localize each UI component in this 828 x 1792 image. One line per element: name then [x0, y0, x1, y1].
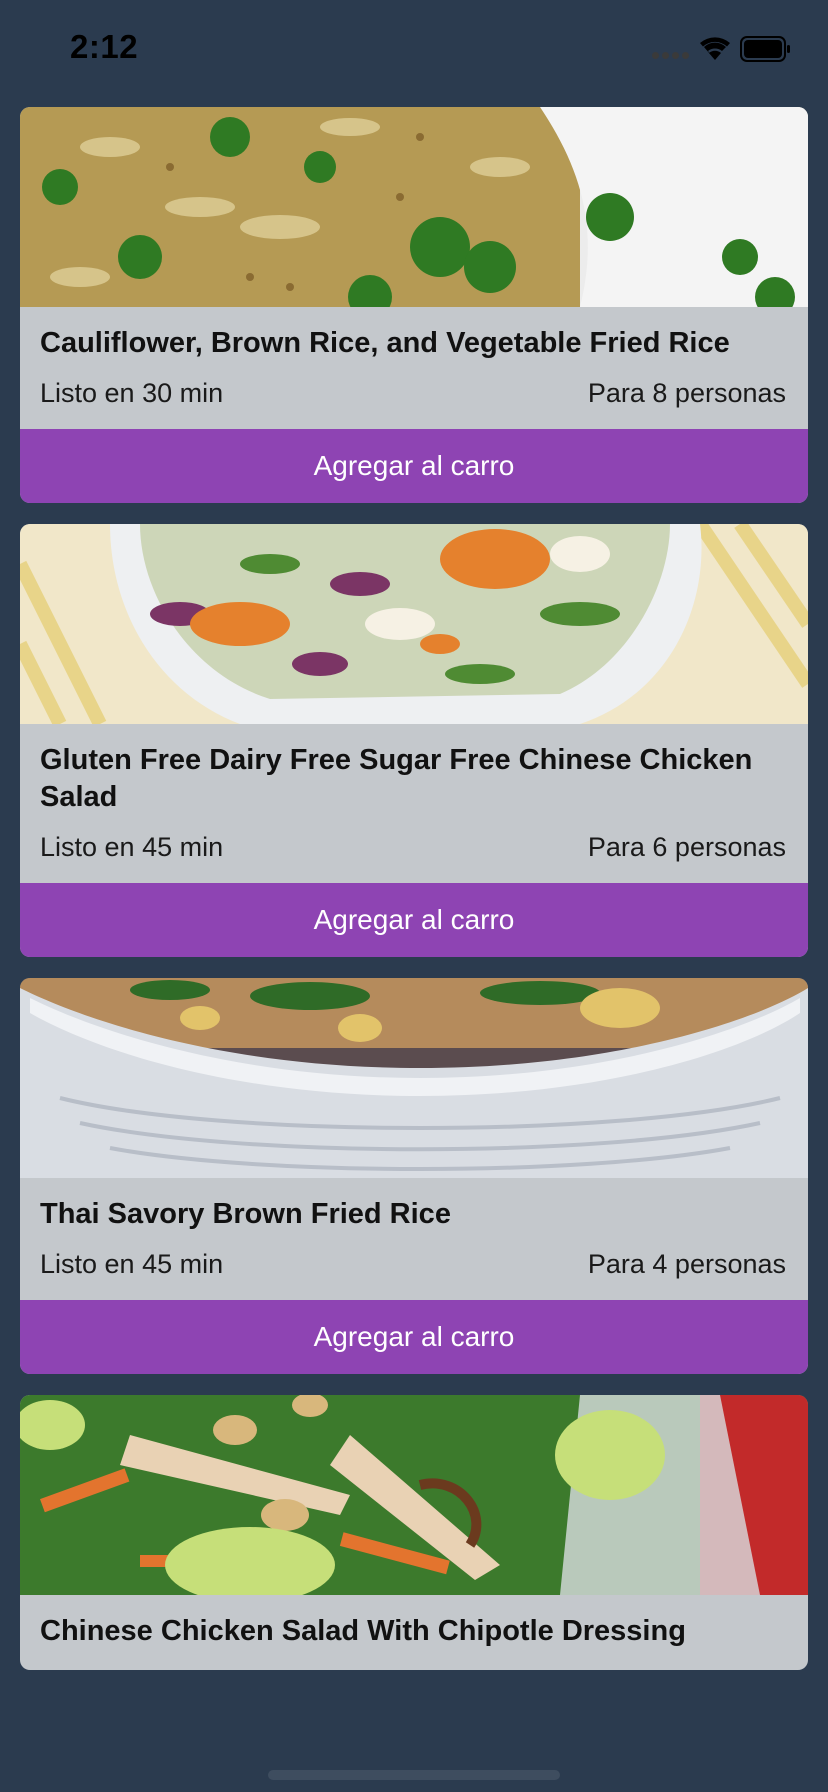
recipe-title: Chinese Chicken Salad With Chipotle Dres…	[40, 1615, 686, 1647]
cellular-signal-icon	[652, 52, 689, 59]
ready-time: Listo en 45 min	[40, 832, 224, 862]
add-to-cart-button[interactable]: Agregar al carro	[20, 883, 808, 957]
ready-time: Listo en 30 min	[40, 378, 224, 408]
recipe-card[interactable]: Chinese Chicken Salad With Chipotle Dres…	[20, 1395, 808, 1670]
recipe-meta: Listo en 45 min Para 4 personas	[40, 1249, 786, 1280]
recipe-card[interactable]: Thai Savory Brown Fried Rice Listo en 45…	[20, 978, 808, 1374]
recipe-image	[20, 524, 808, 724]
recipe-card[interactable]: Cauliflower, Brown Rice, and Vegetable F…	[20, 107, 808, 503]
wifi-icon	[700, 37, 730, 60]
recipe-image	[20, 978, 808, 1178]
servings: Para 6 personas	[587, 832, 786, 862]
home-indicator[interactable]	[268, 1770, 560, 1780]
recipe-title: Thai Savory Brown Fried Rice	[40, 1198, 451, 1230]
recipe-image	[20, 107, 808, 307]
recipe-list: Cauliflower, Brown Rice, and Vegetable F…	[20, 107, 808, 1691]
servings: Para 8 personas	[587, 378, 786, 408]
add-to-cart-button[interactable]: Agregar al carro	[20, 429, 808, 503]
recipe-meta: Listo en 45 min Para 6 personas	[40, 832, 786, 863]
recipe-card-body: Chinese Chicken Salad With Chipotle Dres…	[20, 1595, 808, 1670]
add-to-cart-button[interactable]: Agregar al carro	[20, 1300, 808, 1374]
ready-time: Listo en 45 min	[40, 1249, 224, 1279]
recipe-meta: Listo en 30 min Para 8 personas	[40, 378, 786, 409]
recipe-title: Gluten Free Dairy Free Sugar Free Chines…	[40, 744, 753, 813]
status-time: 2:12	[70, 28, 139, 65]
battery-icon	[740, 36, 790, 62]
recipe-card-body: Gluten Free Dairy Free Sugar Free Chines…	[20, 724, 808, 883]
recipe-card[interactable]: Gluten Free Dairy Free Sugar Free Chines…	[20, 524, 808, 957]
recipe-card-body: Thai Savory Brown Fried Rice Listo en 45…	[20, 1178, 808, 1300]
recipe-title: Cauliflower, Brown Rice, and Vegetable F…	[40, 327, 730, 359]
servings: Para 4 personas	[587, 1249, 786, 1279]
status-bar: 2:12	[0, 0, 828, 100]
recipe-card-body: Cauliflower, Brown Rice, and Vegetable F…	[20, 307, 808, 429]
recipe-image	[20, 1395, 808, 1595]
